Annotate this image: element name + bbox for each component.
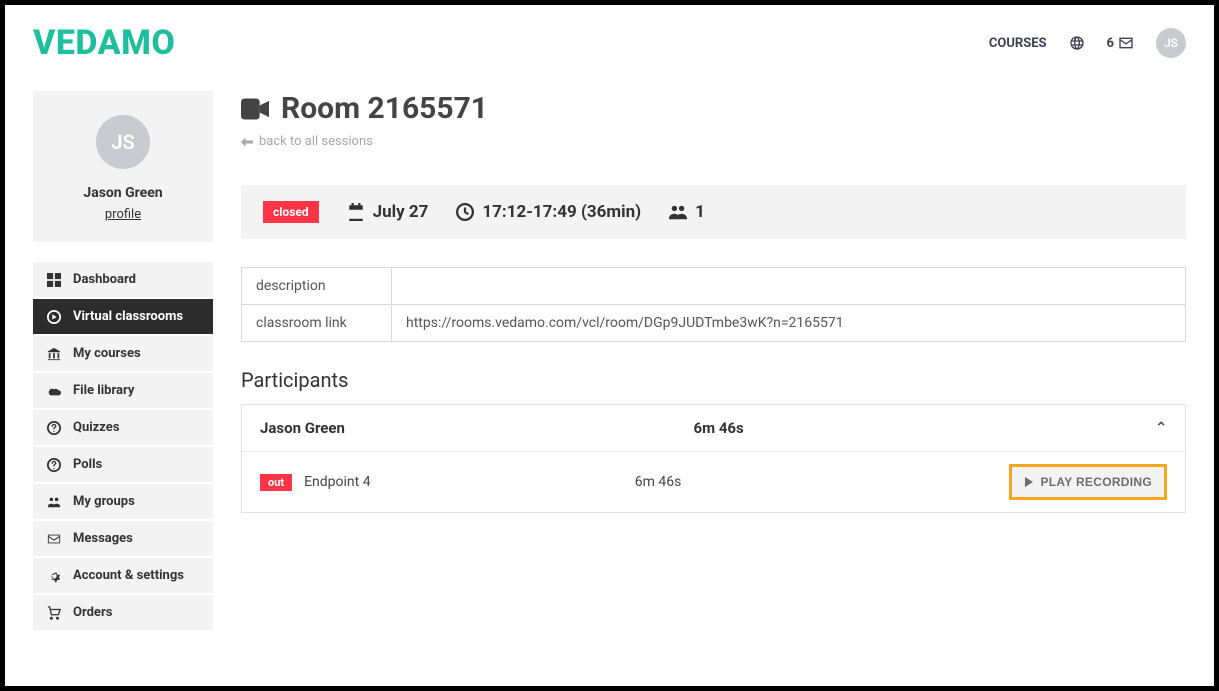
profile-name: Jason Green	[43, 185, 203, 201]
main-content: Room 2165571 back to all sessions closed…	[241, 91, 1186, 513]
cloud-icon	[47, 384, 61, 398]
user-avatar-small[interactable]: JS	[1156, 28, 1186, 58]
participant-duration: 6m 46s	[694, 419, 1128, 437]
play-recording-button[interactable]: PLAY RECORDING	[1009, 464, 1167, 500]
status-badge: closed	[263, 201, 319, 223]
nav-dashboard[interactable]: Dashboard	[33, 262, 213, 297]
participant-endpoint-row: out Endpoint 4 6m 46s PLAY RECORDING	[242, 451, 1185, 512]
gear-icon	[47, 569, 61, 583]
page-title-row: Room 2165571	[241, 91, 1186, 126]
cart-icon	[47, 606, 61, 620]
nav-label: Virtual classrooms	[73, 309, 183, 324]
nav-quizzes[interactable]: Quizzes	[33, 410, 213, 445]
nav-label: Account & settings	[73, 568, 184, 583]
detail-row-description: description	[242, 268, 1186, 305]
building-icon	[47, 347, 61, 361]
nav-messages[interactable]: Messages	[33, 521, 213, 556]
nav-label: Quizzes	[73, 420, 120, 435]
profile-box: JS Jason Green profile	[33, 91, 213, 242]
out-badge: out	[260, 474, 292, 491]
sidebar-nav: Dashboard Virtual classrooms My courses …	[33, 262, 213, 630]
back-link-label: back to all sessions	[259, 134, 373, 149]
classroom-link-value[interactable]: https://rooms.vedamo.com/vcl/room/DGp9JU…	[392, 305, 1186, 342]
nav-label: Polls	[73, 457, 102, 472]
play-icon	[1024, 477, 1034, 487]
courses-link[interactable]: COURSES	[989, 36, 1047, 51]
participants-section-title: Participants	[241, 368, 1186, 392]
sidebar: JS Jason Green profile Dashboard Virtual…	[33, 91, 213, 630]
video-icon	[241, 98, 269, 120]
detail-label: description	[242, 268, 392, 305]
session-participants-count: 1	[669, 202, 705, 222]
nav-label: My groups	[73, 494, 135, 509]
participant-header-row[interactable]: Jason Green 6m 46s ⌃	[242, 405, 1185, 451]
brand-logo[interactable]: VEDAMO	[33, 23, 175, 63]
arrow-left-icon	[241, 137, 253, 147]
session-time: 17:12-17:49 (36min)	[456, 202, 641, 222]
session-details-table: description classroom link https://rooms…	[241, 267, 1186, 342]
nav-my-courses[interactable]: My courses	[33, 336, 213, 371]
nav-label: Orders	[73, 605, 112, 620]
top-header: VEDAMO COURSES 6 JS	[33, 23, 1186, 63]
nav-polls[interactable]: Polls	[33, 447, 213, 482]
nav-label: My courses	[73, 346, 141, 361]
nav-label: Dashboard	[73, 272, 136, 287]
detail-value	[392, 268, 1186, 305]
nav-my-groups[interactable]: My groups	[33, 484, 213, 519]
header-right: COURSES 6 JS	[989, 28, 1186, 58]
endpoint-cell: out Endpoint 4	[260, 474, 635, 491]
detail-row-link: classroom link https://rooms.vedamo.com/…	[242, 305, 1186, 342]
detail-label: classroom link	[242, 305, 392, 342]
question-icon	[47, 421, 61, 435]
participants-box: Jason Green 6m 46s ⌃ out Endpoint 4 6m 4…	[241, 404, 1186, 513]
endpoint-duration: 6m 46s	[635, 474, 1010, 490]
envelope-icon	[1118, 35, 1134, 51]
participant-name: Jason Green	[260, 419, 694, 437]
play-circle-icon	[47, 310, 61, 324]
question-icon	[47, 458, 61, 472]
nav-file-library[interactable]: File library	[33, 373, 213, 408]
date-value: July 27	[373, 202, 429, 222]
clock-icon	[456, 203, 474, 221]
user-avatar-large: JS	[96, 115, 150, 169]
chevron-up-icon: ⌃	[1155, 420, 1167, 436]
users-icon	[47, 495, 61, 509]
notif-count: 6	[1107, 36, 1114, 51]
play-button-label: PLAY RECORDING	[1040, 475, 1152, 489]
participants-value: 1	[695, 202, 705, 222]
users-icon	[669, 203, 687, 221]
nav-account-settings[interactable]: Account & settings	[33, 558, 213, 593]
page-title: Room 2165571	[281, 91, 488, 126]
globe-icon[interactable]	[1069, 35, 1085, 51]
calendar-icon	[347, 203, 365, 221]
session-date: July 27	[347, 202, 429, 222]
session-info-bar: closed July 27 17:12-17:49 (36min) 1	[241, 185, 1186, 239]
envelope-icon	[47, 532, 61, 546]
profile-link[interactable]: profile	[43, 207, 203, 222]
back-to-sessions-link[interactable]: back to all sessions	[241, 134, 1186, 149]
nav-label: File library	[73, 383, 134, 398]
time-value: 17:12-17:49 (36min)	[482, 202, 641, 222]
notifications[interactable]: 6	[1107, 35, 1134, 51]
dashboard-icon	[47, 273, 61, 287]
nav-virtual-classrooms[interactable]: Virtual classrooms	[33, 299, 213, 334]
endpoint-name: Endpoint 4	[304, 474, 371, 490]
nav-label: Messages	[73, 531, 133, 546]
nav-orders[interactable]: Orders	[33, 595, 213, 630]
